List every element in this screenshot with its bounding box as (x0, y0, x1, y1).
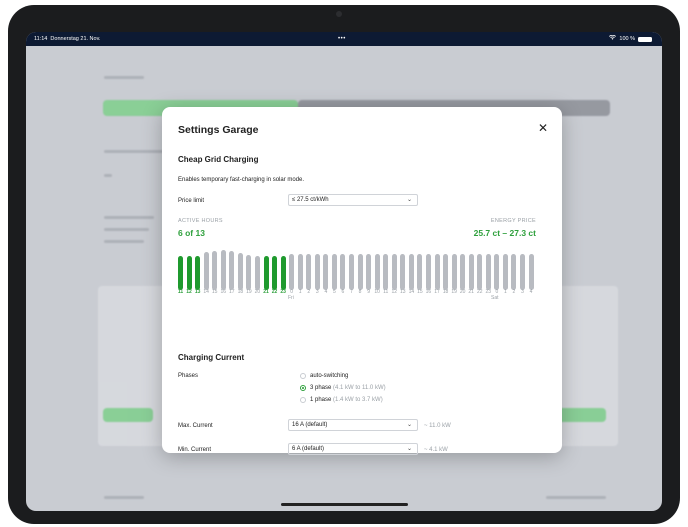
bg-footer-line-2 (546, 496, 606, 499)
option-3-phase[interactable]: 3 phase (4.1 kW to 11.0 kW) (310, 385, 386, 391)
hour-bar[interactable] (417, 254, 423, 290)
price-limit-label: Price limit (178, 198, 205, 204)
day-label-fri: Fri (288, 295, 294, 301)
status-bar: 11:14 Donnerstag 21. Nov. ••• 100 % (26, 32, 662, 46)
hour-bar[interactable] (246, 254, 252, 290)
hour-bar[interactable] (297, 254, 303, 290)
hour-bar[interactable] (528, 254, 534, 290)
status-right: 100 % (609, 32, 652, 46)
hour-bar[interactable] (220, 250, 226, 290)
radio-auto-switching[interactable] (300, 373, 306, 379)
hour-bar[interactable] (460, 254, 466, 290)
hour-bar[interactable] (477, 254, 483, 290)
hour-bar[interactable] (263, 256, 269, 290)
active-hours-label: ACTIVE HOURS (178, 218, 223, 224)
price-limit-value: ≤ 27.5 ct/kWh (292, 197, 329, 203)
hour-bar[interactable] (195, 256, 201, 290)
phases-label: Phases (178, 373, 199, 379)
battery-icon (638, 36, 652, 42)
close-icon[interactable]: ✕ (538, 122, 548, 134)
hour-bar[interactable] (280, 256, 286, 290)
hour-bar[interactable] (443, 254, 449, 290)
chevron-down-icon: ⌄ (406, 446, 412, 452)
hour-bar[interactable] (306, 254, 312, 290)
hour-bar[interactable] (229, 250, 235, 290)
bg-green-chip (103, 408, 153, 422)
active-hours-value: 6 of 13 (178, 228, 205, 238)
hour-bar[interactable] (408, 254, 414, 290)
cheap-grid-description: Enables temporary fast-charging in solar… (178, 177, 305, 183)
hour-bar[interactable] (520, 254, 525, 290)
min-current-hint: ~ 4.1 kW (424, 447, 448, 453)
hour-bar[interactable] (494, 254, 500, 290)
hour-bar[interactable] (237, 252, 243, 290)
max-current-label: Max. Current (178, 423, 213, 429)
battery-label: 100 % (619, 36, 635, 42)
chevron-down-icon: ⌄ (406, 422, 412, 428)
wifi-icon (609, 32, 617, 46)
camera-dot (336, 11, 342, 17)
hour-bar[interactable] (502, 254, 508, 290)
hour-bar[interactable] (391, 254, 397, 290)
hour-bar[interactable] (331, 254, 337, 290)
price-limit-select[interactable]: ≤ 27.5 ct/kWh ⌄ (288, 194, 418, 206)
hour-bar[interactable] (178, 256, 183, 290)
option-1-phase[interactable]: 1 phase (1.4 kW to 3.7 kW) (310, 397, 383, 403)
hour-label: 4 (529, 289, 533, 295)
multitask-dots[interactable]: ••• (338, 32, 346, 46)
day-label-sat: Sat (491, 295, 499, 301)
screen: 11:14 Donnerstag 21. Nov. ••• 100 % Sett… (26, 32, 662, 511)
hour-bar[interactable] (400, 254, 406, 290)
settings-modal: Settings Garage ✕ Cheap Grid Charging En… (162, 107, 562, 455)
hour-bar[interactable] (203, 252, 209, 290)
hour-bar[interactable] (468, 254, 474, 290)
max-current-select[interactable]: 16 A (default) ⌄ (288, 419, 418, 431)
bg-line-5 (104, 240, 144, 243)
min-current-select[interactable]: 6 A (default) ⌄ (288, 443, 418, 455)
max-current-value: 16 A (default) (292, 422, 328, 428)
bg-line-1 (104, 150, 164, 153)
bg-line-3 (104, 216, 154, 219)
hour-bar[interactable] (323, 254, 329, 290)
bg-line-2 (104, 174, 112, 177)
hour-bar[interactable] (383, 254, 389, 290)
hour-bar[interactable] (485, 254, 491, 290)
radio-3-phase[interactable] (300, 385, 306, 391)
hour-bar[interactable] (254, 256, 260, 290)
hour-bars[interactable] (178, 250, 536, 290)
tablet-frame: 11:14 Donnerstag 21. Nov. ••• 100 % Sett… (8, 5, 680, 524)
hour-bar[interactable] (511, 254, 517, 290)
bg-title (104, 76, 144, 79)
min-current-label: Min. Current (178, 447, 212, 453)
energy-price-label: ENERGY PRICE (490, 218, 536, 224)
home-indicator[interactable] (281, 503, 408, 506)
hour-bar[interactable] (366, 254, 372, 290)
hour-bar[interactable] (314, 254, 320, 290)
charging-current-title: Charging Current (178, 353, 245, 362)
hour-bar[interactable] (374, 254, 380, 290)
status-time: 11:14 Donnerstag 21. Nov. (34, 36, 101, 42)
cheap-grid-title: Cheap Grid Charging (178, 155, 259, 164)
max-current-hint: ~ 11.0 kW (424, 423, 451, 429)
hour-bar[interactable] (349, 254, 354, 290)
hour-bar[interactable] (425, 254, 431, 290)
hour-bar[interactable] (272, 256, 278, 290)
bg-footer-line (104, 496, 144, 499)
hour-bar[interactable] (451, 254, 457, 290)
modal-title: Settings Garage (178, 124, 259, 136)
hour-bar[interactable] (212, 250, 218, 290)
hour-bar[interactable] (357, 254, 363, 290)
hour-bar[interactable] (434, 254, 440, 290)
hour-bar[interactable] (340, 254, 346, 290)
chevron-down-icon: ⌄ (406, 197, 412, 203)
min-current-value: 6 A (default) (292, 446, 325, 452)
radio-1-phase[interactable] (300, 397, 306, 403)
hour-bar[interactable] (289, 254, 295, 290)
energy-price-value: 25.7 ct – 27.3 ct (473, 228, 536, 238)
bg-line-4 (104, 228, 149, 231)
option-auto-switching[interactable]: auto-switching (310, 373, 348, 379)
hour-bar[interactable] (186, 256, 192, 290)
